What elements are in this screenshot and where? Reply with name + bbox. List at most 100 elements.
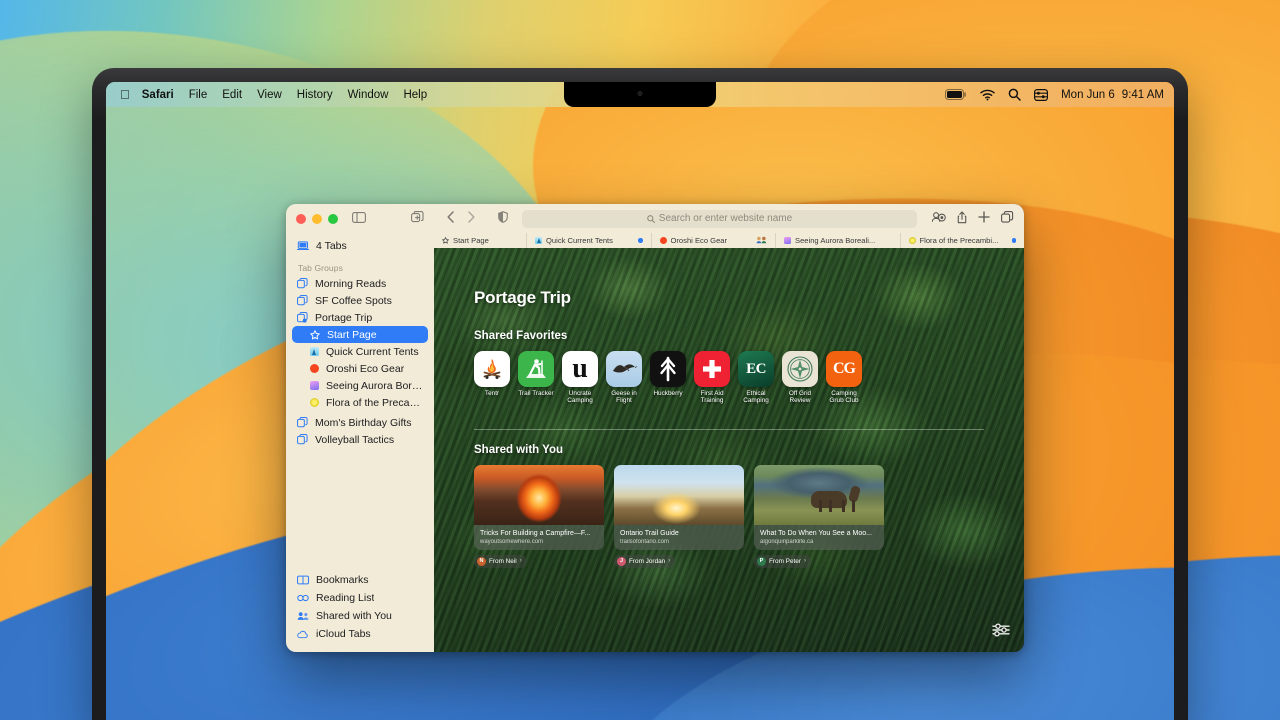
tab-start-page[interactable]: Start Page bbox=[434, 233, 526, 248]
menu-item-edit[interactable]: Edit bbox=[222, 89, 242, 101]
shared-card-moose[interactable]: What To Do When You See a Moo... algonqu… bbox=[754, 464, 884, 568]
share-icon[interactable] bbox=[957, 211, 967, 227]
privacy-shield-icon[interactable] bbox=[498, 211, 508, 226]
ethical-camping-logo-icon: EC bbox=[738, 351, 774, 387]
favorite-label: Camping Grub Club bbox=[829, 390, 859, 405]
new-tab-icon[interactable] bbox=[978, 211, 990, 226]
menu-item-safari[interactable]: Safari bbox=[142, 89, 174, 101]
favorite-camping-grub-club[interactable]: CG Camping Grub Club bbox=[826, 351, 862, 405]
sidebar-item-icloud-tabs[interactable]: iCloud Tabs bbox=[292, 625, 428, 643]
forward-button[interactable] bbox=[465, 211, 478, 226]
favorite-first-aid-training[interactable]: First Aid Training bbox=[694, 351, 730, 405]
menu-item-file[interactable]: File bbox=[189, 89, 208, 101]
sidebar-item-morning-reads[interactable]: Morning Reads bbox=[292, 275, 428, 292]
card-title: Ontario Trail Guide bbox=[620, 529, 679, 537]
sidebar-item-seeing-aurora[interactable]: Seeing Aurora Bore... bbox=[292, 377, 428, 394]
sidebar-item-sf-coffee-spots[interactable]: SF Coffee Spots bbox=[292, 292, 428, 309]
card-sender[interactable]: P From Peter › bbox=[754, 554, 811, 568]
close-button[interactable] bbox=[296, 213, 306, 224]
shared-with-you-header: Shared with You bbox=[474, 443, 564, 456]
uncrate-logo-icon: u bbox=[562, 351, 598, 387]
menu-item-view[interactable]: View bbox=[257, 89, 282, 101]
favorite-trail-tracker[interactable]: Trail Tracker bbox=[518, 351, 554, 405]
favorite-ethical-camping[interactable]: EC Ethical Camping bbox=[738, 351, 774, 405]
address-bar-placeholder: Search or enter website name bbox=[658, 213, 793, 224]
sliders-icon[interactable] bbox=[992, 623, 1010, 640]
favorite-huckberry[interactable]: Huckberry bbox=[650, 351, 686, 405]
card-title: What To Do When You See a Moo... bbox=[760, 529, 872, 537]
shared-card-ontario-trail-guide[interactable]: Ontario Trail Guide trailsofontario.com … bbox=[614, 464, 744, 568]
card-url: wayoutsomewhere.com bbox=[480, 538, 544, 545]
tab-participants-icon bbox=[756, 236, 767, 246]
tab-overview-icon[interactable] bbox=[1001, 210, 1014, 227]
favorite-label: Off Grid Review bbox=[788, 390, 812, 405]
sidebar-item-flora-precambrian[interactable]: Flora of the Precam... bbox=[292, 394, 428, 411]
tab-flora-of-the-precambrian[interactable]: Flora of the Precambi... bbox=[899, 233, 1025, 248]
sidebar-item-quick-current-tents[interactable]: Quick Current Tents bbox=[292, 343, 428, 360]
laptop-icon bbox=[297, 240, 309, 250]
tab-oroshi-eco-gear[interactable]: Oroshi Eco Gear bbox=[650, 233, 776, 248]
macbook-screen:  Safari File Edit View History Window H… bbox=[106, 82, 1174, 720]
card-sender-name: From Neil bbox=[489, 557, 517, 565]
apple-logo-icon[interactable]:  bbox=[120, 88, 130, 101]
star-icon bbox=[310, 329, 320, 339]
sidebar-item-label: Mom's Birthday Gifts bbox=[315, 416, 412, 429]
sidebar-item-shared-with-you[interactable]: Shared with You bbox=[292, 607, 428, 625]
toolbar-right-icons bbox=[931, 210, 1014, 227]
card-meta: Ontario Trail Guide trailsofontario.com bbox=[614, 524, 744, 550]
sidebar-item-start-page[interactable]: Start Page bbox=[292, 326, 428, 343]
tab-quick-current-tents[interactable]: Quick Current Tents bbox=[526, 233, 651, 248]
favorite-uncrate-camping[interactable]: u Uncrate Camping bbox=[562, 351, 598, 405]
favorite-tentr[interactable]: Tentr bbox=[474, 351, 510, 405]
tab-seeing-aurora-borealis[interactable]: Seeing Aurora Boreali... bbox=[775, 233, 900, 248]
favorite-label: Uncrate Camping bbox=[567, 390, 593, 405]
safari-main-pane: Search or enter website name Start Page … bbox=[434, 204, 1024, 652]
favorite-off-grid-review[interactable]: Off Grid Review bbox=[782, 351, 818, 405]
sidebar-item-portage-trip[interactable]: Portage Trip bbox=[292, 309, 428, 326]
search-icon bbox=[646, 214, 655, 223]
card-image bbox=[754, 464, 884, 525]
favicon bbox=[310, 347, 319, 356]
tab-label: Oroshi Eco Gear bbox=[670, 236, 728, 245]
wifi-icon[interactable] bbox=[980, 89, 995, 101]
sidebar-item-label: Flora of the Precam... bbox=[326, 396, 423, 409]
sidebar-item-label: Quick Current Tents bbox=[326, 345, 419, 358]
share-participants-icon[interactable] bbox=[931, 211, 946, 226]
cross-icon bbox=[694, 351, 730, 387]
menu-item-window[interactable]: Window bbox=[348, 89, 389, 101]
sidebar-item-label: Shared with You bbox=[316, 610, 392, 622]
sidebar-item-oroshi-eco-gear[interactable]: Oroshi Eco Gear bbox=[292, 360, 428, 377]
menu-item-history[interactable]: History bbox=[297, 89, 333, 101]
back-button[interactable] bbox=[444, 211, 457, 226]
card-url: algonquinparklife.ca bbox=[760, 538, 814, 545]
sidebar-item-reading-list[interactable]: Reading List bbox=[292, 589, 428, 607]
sidebar-item-tabs[interactable]: 4 Tabs bbox=[292, 237, 428, 254]
shared-card-campfire[interactable]: Tricks For Building a Campfire—F... wayo… bbox=[474, 464, 604, 568]
shared-with-you-cards: Tricks For Building a Campfire—F... wayo… bbox=[474, 464, 984, 568]
moose-leg bbox=[819, 499, 822, 512]
sidebar-item-bookmarks[interactable]: Bookmarks bbox=[292, 571, 428, 589]
sidebar-toggle-icon[interactable] bbox=[352, 211, 366, 226]
sidebar-item-volleyball-tactics[interactable]: Volleyball Tactics bbox=[292, 431, 428, 448]
card-image bbox=[614, 464, 744, 525]
minimize-button[interactable] bbox=[312, 213, 322, 224]
favorite-label: Geese in Flight bbox=[611, 390, 637, 405]
card-sender[interactable]: N From Neil › bbox=[474, 554, 527, 568]
battery-icon[interactable] bbox=[945, 89, 967, 100]
start-page-content: Portage Trip Shared Favorites Tentr Trai… bbox=[434, 248, 1024, 652]
zoom-button[interactable] bbox=[328, 213, 338, 224]
new-tab-group-icon[interactable] bbox=[411, 210, 424, 227]
favorite-geese-in-flight[interactable]: Geese in Flight bbox=[606, 351, 642, 405]
moose-leg bbox=[851, 499, 855, 512]
address-bar[interactable]: Search or enter website name bbox=[522, 209, 917, 228]
search-icon[interactable] bbox=[1008, 88, 1021, 101]
shared-favorites-header: Shared Favorites bbox=[474, 330, 568, 342]
card-meta: What To Do When You See a Moo... algonqu… bbox=[754, 524, 884, 550]
sidebar-item-moms-birthday-gifts[interactable]: Mom's Birthday Gifts bbox=[292, 414, 428, 431]
control-center-icon[interactable] bbox=[1034, 88, 1049, 101]
favorite-label: Huckberry bbox=[653, 390, 683, 397]
goose-icon bbox=[606, 351, 642, 387]
card-sender[interactable]: J From Jordan › bbox=[614, 554, 676, 568]
menu-item-help[interactable]: Help bbox=[403, 89, 427, 101]
menu-bar-time: 9:41 AM bbox=[1121, 88, 1164, 101]
